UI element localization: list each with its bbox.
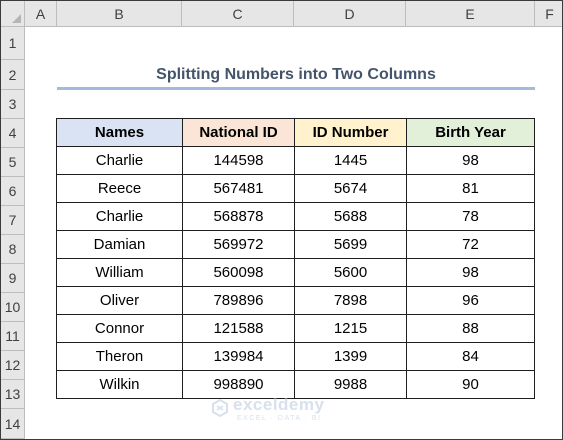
- table-row: Damian 569972 5699 72: [56, 230, 535, 259]
- row-header-7[interactable]: 7: [1, 206, 25, 235]
- cell-birth-year[interactable]: 96: [406, 286, 535, 315]
- cell-name[interactable]: Charlie: [56, 146, 183, 175]
- row-header-8[interactable]: 8: [1, 235, 25, 264]
- title-underline: [57, 87, 535, 90]
- table-row: Oliver 789896 7898 96: [56, 286, 535, 315]
- cell-name[interactable]: Oliver: [56, 286, 183, 315]
- row-header-14[interactable]: 14: [1, 409, 25, 439]
- row-header-1[interactable]: 1: [1, 27, 25, 60]
- select-all-triangle-icon: [12, 14, 21, 23]
- cell-birth-year[interactable]: 84: [406, 342, 535, 371]
- table-row: Charlie 568878 5688 78: [56, 202, 535, 231]
- cell-id-number[interactable]: 5699: [294, 230, 407, 259]
- cell-birth-year[interactable]: 98: [406, 258, 535, 287]
- column-header-a[interactable]: A: [25, 1, 57, 27]
- cell-id-number[interactable]: 5688: [294, 202, 407, 231]
- cell-national-id[interactable]: 567481: [182, 174, 295, 203]
- cell-name[interactable]: Theron: [56, 342, 183, 371]
- table-row: Reece 567481 5674 81: [56, 174, 535, 203]
- select-all-corner[interactable]: [1, 1, 25, 27]
- cell-birth-year[interactable]: 90: [406, 370, 535, 399]
- watermark-brand-text: exceldemy: [233, 395, 325, 414]
- cell-national-id[interactable]: 789896: [182, 286, 295, 315]
- cell-birth-year[interactable]: 98: [406, 146, 535, 175]
- cell-national-id[interactable]: 568878: [182, 202, 295, 231]
- cell-birth-year[interactable]: 78: [406, 202, 535, 231]
- row-header-4[interactable]: 4: [1, 119, 25, 148]
- sheet-title[interactable]: Splitting Numbers into Two Columns: [57, 62, 535, 88]
- table-row: Theron 139984 1399 84: [56, 342, 535, 371]
- cell-name[interactable]: Reece: [56, 174, 183, 203]
- watermark-tagline: EXCEL · DATA · BI: [237, 415, 322, 422]
- row-header-5[interactable]: 5: [1, 148, 25, 177]
- cell-name[interactable]: Damian: [56, 230, 183, 259]
- cell-name[interactable]: Charlie: [56, 202, 183, 231]
- cell-national-id[interactable]: 569972: [182, 230, 295, 259]
- data-table: Names National ID ID Number Birth Year C…: [56, 118, 535, 399]
- cell-birth-year[interactable]: 88: [406, 314, 535, 343]
- cell-id-number[interactable]: 1215: [294, 314, 407, 343]
- column-header-d[interactable]: D: [294, 1, 406, 27]
- cell-name[interactable]: William: [56, 258, 183, 287]
- cell-national-id[interactable]: 121588: [182, 314, 295, 343]
- cell-birth-year[interactable]: 81: [406, 174, 535, 203]
- table-header-row: Names National ID ID Number Birth Year: [56, 118, 535, 147]
- cell-national-id[interactable]: 560098: [182, 258, 295, 287]
- row-header-3[interactable]: 3: [1, 90, 25, 119]
- cell-id-number[interactable]: 1399: [294, 342, 407, 371]
- column-header-b[interactable]: B: [57, 1, 182, 27]
- header-names[interactable]: Names: [56, 118, 183, 147]
- header-national-id[interactable]: National ID: [182, 118, 295, 147]
- row-header-11[interactable]: 11: [1, 322, 25, 351]
- worksheet: A B C D E F 1 2 3 4 5 6 7 8 9 10 11 12 1…: [1, 1, 562, 439]
- cell-id-number[interactable]: 5600: [294, 258, 407, 287]
- row-header-13[interactable]: 13: [1, 380, 25, 409]
- spreadsheet-window: A B C D E F 1 2 3 4 5 6 7 8 9 10 11 12 1…: [0, 0, 563, 440]
- table-row: Connor 121588 1215 88: [56, 314, 535, 343]
- cell-id-number[interactable]: 1445: [294, 146, 407, 175]
- cell-birth-year[interactable]: 72: [406, 230, 535, 259]
- cell-id-number[interactable]: 7898: [294, 286, 407, 315]
- column-header-e[interactable]: E: [406, 1, 535, 27]
- row-header-6[interactable]: 6: [1, 177, 25, 206]
- cell-name[interactable]: Wilkin: [56, 370, 183, 399]
- cell-national-id[interactable]: 139984: [182, 342, 295, 371]
- header-id-number[interactable]: ID Number: [294, 118, 407, 147]
- row-header-12[interactable]: 12: [1, 351, 25, 380]
- table-row: Charlie 144598 1445 98: [56, 146, 535, 175]
- cell-name[interactable]: Connor: [56, 314, 183, 343]
- table-row: William 560098 5600 98: [56, 258, 535, 287]
- row-header-2[interactable]: 2: [1, 60, 25, 90]
- exceldemy-watermark: exceldemy EXCEL · DATA · BI: [211, 395, 361, 427]
- cell-national-id[interactable]: 144598: [182, 146, 295, 175]
- column-header-c[interactable]: C: [182, 1, 294, 27]
- exceldemy-logo-icon: [212, 399, 228, 417]
- header-birth-year[interactable]: Birth Year: [406, 118, 535, 147]
- column-header-f[interactable]: F: [535, 1, 562, 27]
- row-header-10[interactable]: 10: [1, 293, 25, 322]
- cell-id-number[interactable]: 5674: [294, 174, 407, 203]
- row-header-9[interactable]: 9: [1, 264, 25, 293]
